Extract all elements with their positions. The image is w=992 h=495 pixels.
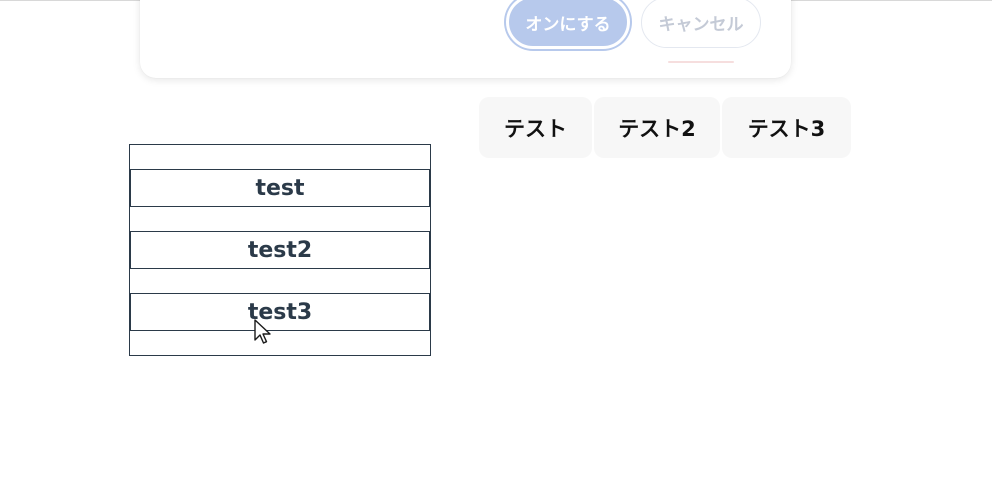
tab-test[interactable]: テスト — [479, 97, 592, 158]
list-item-test3[interactable]: test3 — [130, 293, 430, 331]
item-list: test test2 test3 — [129, 144, 431, 356]
cancel-button[interactable]: キャンセル — [641, 0, 761, 48]
cancel-focus-underline — [668, 61, 734, 63]
page: オンにする キャンセル テスト テスト2 テスト3 test test2 tes… — [0, 0, 992, 495]
tab-test2[interactable]: テスト2 — [594, 97, 720, 158]
turn-on-button[interactable]: オンにする — [506, 0, 630, 49]
list-item-test2[interactable]: test2 — [130, 231, 430, 269]
tab-test3[interactable]: テスト3 — [722, 97, 851, 158]
list-item-test[interactable]: test — [130, 169, 430, 207]
